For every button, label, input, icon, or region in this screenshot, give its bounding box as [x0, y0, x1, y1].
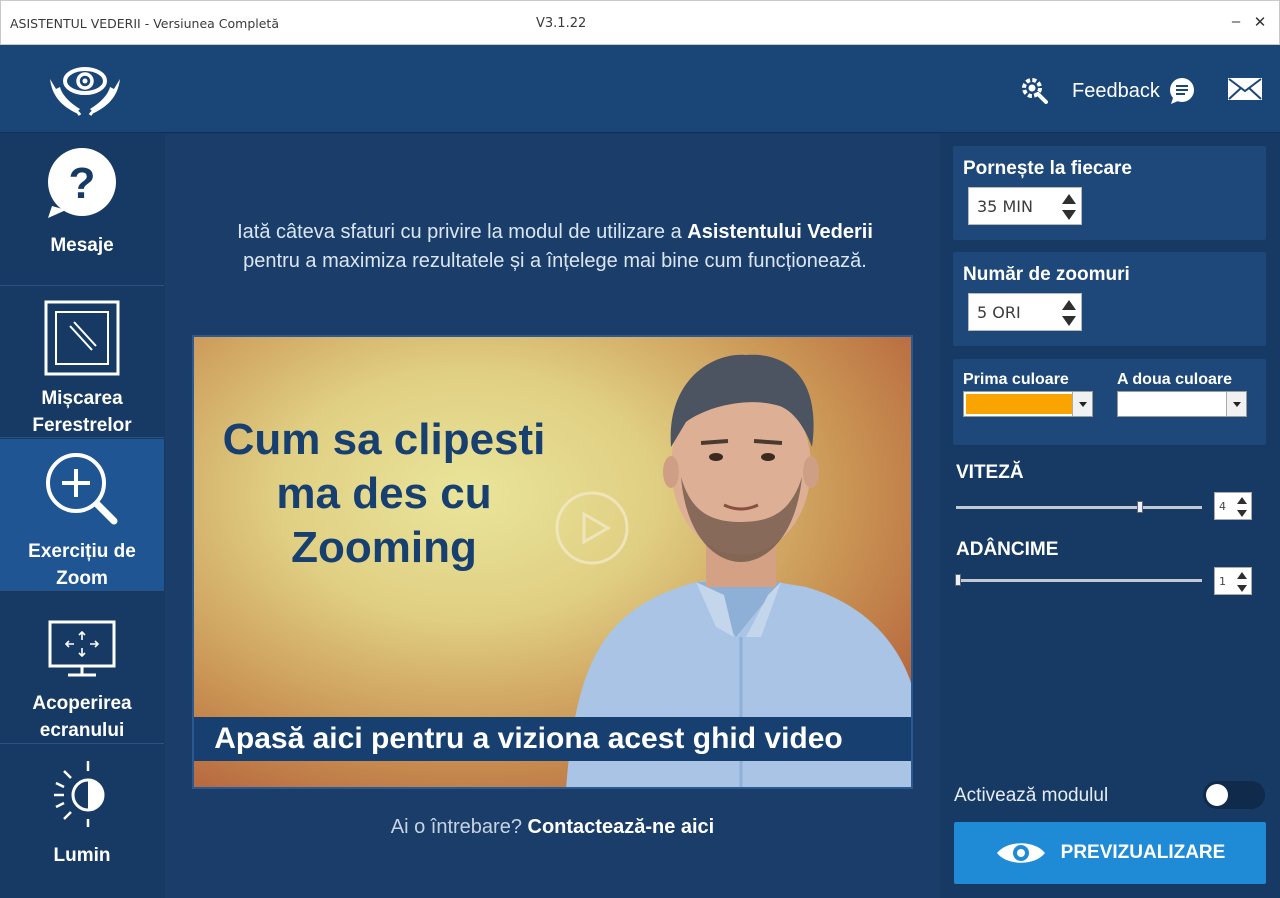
sidebar-item-label: Exercițiu de Zoom — [28, 541, 136, 589]
stepper-arrows-icon[interactable] — [1236, 496, 1248, 518]
activate-module-toggle[interactable] — [1203, 781, 1265, 809]
settings-panel: Pornește la fiecare 35 MIN Număr de zoom… — [941, 134, 1280, 898]
svg-text:?: ? — [69, 159, 96, 208]
stepper-arrows-icon[interactable] — [1061, 298, 1077, 328]
video-guide-thumbnail[interactable]: Cum sa clipesti ma des cu Zooming Apasă … — [192, 335, 913, 789]
video-headline: Cum sa clipesti ma des cu Zooming — [214, 413, 554, 575]
speed-slider[interactable] — [956, 501, 1202, 513]
activate-module-label: Activează modulul — [954, 785, 1109, 806]
sidebar-item-zoom-exercise[interactable]: Exercițiu de Zoom — [0, 439, 164, 591]
app-header: Feedback — [0, 45, 1280, 133]
chat-bubble-icon — [1169, 78, 1194, 104]
window-title: ASISTENTUL VEDERII - Versiunea Completă — [10, 16, 279, 31]
start-interval-stepper[interactable]: 35 MIN — [968, 187, 1082, 225]
intro-text-part: Iată câteva sfaturi cu privire la modul … — [237, 221, 688, 243]
preview-button[interactable]: PREVIZUALIZARE — [954, 822, 1266, 884]
slider-thumb[interactable] — [955, 574, 961, 586]
zoom-count-stepper[interactable]: 5 ORI — [968, 293, 1082, 331]
speed-value: 4 — [1219, 500, 1226, 513]
speed-label: VITEZĂ — [956, 462, 1024, 483]
video-headline-line: Cum sa clipesti — [222, 415, 546, 464]
contact-prompt: Ai o întrebare? Contactează-ne aici — [165, 816, 940, 839]
window-move-icon — [44, 300, 120, 376]
preview-label: PREVIZUALIZARE — [1060, 842, 1226, 863]
brightness-icon — [54, 761, 105, 827]
contact-link[interactable]: Contactează-ne aici — [528, 816, 715, 838]
zoom-in-icon — [46, 453, 118, 525]
sidebar-item-label: Acoperirea ecranului — [32, 693, 132, 741]
feedback-label: Feedback — [1072, 79, 1160, 102]
depth-stepper[interactable]: 1 — [1214, 567, 1252, 595]
chevron-down-icon — [1079, 402, 1087, 407]
mail-icon[interactable] — [1227, 77, 1263, 101]
slider-thumb[interactable] — [1137, 501, 1144, 513]
sidebar-item-messages[interactable]: ? Mesaje — [0, 134, 164, 286]
sidebar: ? Mesaje Mișcarea Ferestrelor Exercițiu … — [0, 134, 164, 898]
intro-app-name: Asistentului Vederii — [687, 221, 873, 243]
sidebar-item-label: Lumin — [53, 845, 111, 866]
toggle-knob — [1206, 784, 1228, 806]
dropdown-button[interactable] — [1226, 392, 1246, 416]
question-bubble-icon: ? — [48, 148, 116, 218]
play-icon[interactable] — [554, 490, 630, 566]
zoom-count-value: 5 ORI — [977, 303, 1021, 322]
screen-cover-icon — [48, 620, 116, 677]
depth-label: ADÂNCIME — [956, 539, 1059, 560]
sidebar-item-label: Mesaje — [50, 235, 114, 256]
sidebar-item-label: Mișcarea Ferestrelor — [32, 388, 132, 436]
minimize-button[interactable]: – — [1226, 13, 1246, 30]
video-headline-line: ma des cu — [276, 469, 492, 518]
second-color-swatch — [1120, 394, 1226, 414]
eye-hands-logo — [50, 67, 120, 116]
speed-stepper[interactable]: 4 — [1214, 492, 1252, 520]
first-color-select[interactable] — [963, 391, 1093, 417]
depth-slider[interactable] — [955, 574, 1202, 586]
sidebar-item-screen-cover[interactable]: Acoperirea ecranului — [0, 592, 164, 744]
contact-prompt-text: Ai o întrebare? — [390, 816, 528, 838]
depth-value: 1 — [1219, 575, 1226, 588]
first-color-label: Prima culoare — [963, 371, 1069, 388]
version-label: V3.1.22 — [536, 16, 587, 31]
dropdown-button[interactable] — [1072, 392, 1092, 416]
main-content: Iată câteva sfaturi cu privire la modul … — [165, 134, 940, 898]
stepper-arrows-icon[interactable] — [1061, 192, 1077, 222]
second-color-select[interactable] — [1117, 391, 1247, 417]
zoom-count-label: Număr de zoomuri — [963, 264, 1130, 285]
sidebar-item-light[interactable]: Lumin — [0, 745, 164, 897]
colors-card: Prima culoare A doua culoare — [953, 359, 1266, 445]
video-caption: Apasă aici pentru a viziona acest ghid v… — [194, 717, 911, 761]
eye-icon — [996, 843, 1045, 863]
sidebar-item-window-movement[interactable]: Mișcarea Ferestrelor — [0, 286, 164, 438]
close-button[interactable]: ✕ — [1250, 13, 1270, 31]
zoom-count-card: Număr de zoomuri 5 ORI — [953, 252, 1266, 346]
settings-search-icon[interactable] — [1019, 75, 1049, 105]
chevron-down-icon — [1233, 402, 1241, 407]
feedback-button[interactable]: Feedback — [1072, 77, 1196, 105]
stepper-arrows-icon[interactable] — [1236, 571, 1248, 593]
title-bar: ASISTENTUL VEDERII - Versiunea Completă … — [0, 0, 1280, 45]
intro-text: Iată câteva sfaturi cu privire la modul … — [195, 218, 915, 276]
first-color-swatch — [966, 394, 1072, 414]
intro-text-part: pentru a maximiza rezultatele și a înțel… — [243, 250, 867, 272]
start-interval-label: Pornește la fiecare — [963, 158, 1132, 179]
second-color-label: A doua culoare — [1117, 371, 1232, 388]
start-interval-value: 35 MIN — [977, 197, 1033, 216]
start-interval-card: Pornește la fiecare 35 MIN — [953, 146, 1266, 240]
video-headline-line: Zooming — [291, 523, 477, 572]
